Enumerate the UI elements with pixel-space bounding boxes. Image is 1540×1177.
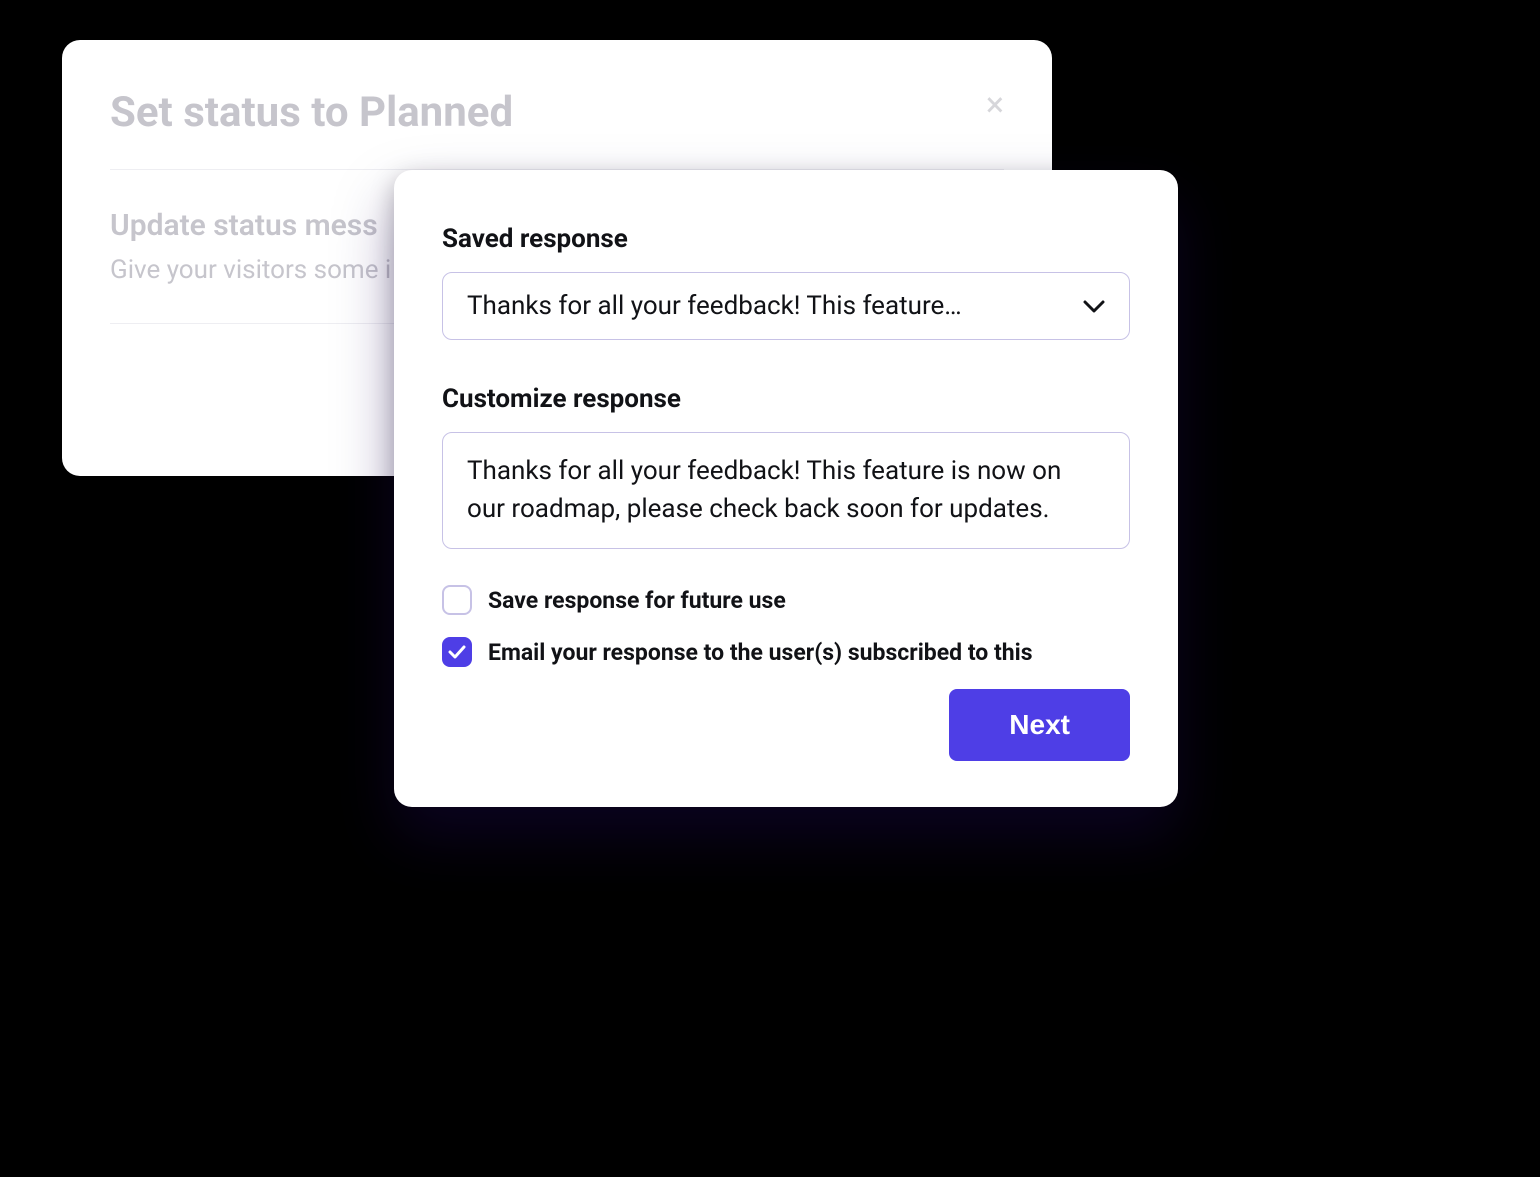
dropdown-selected-value: Thanks for all your feedback! This featu… bbox=[467, 291, 962, 321]
status-response-modal: Saved response Thanks for all your feedb… bbox=[394, 170, 1178, 807]
close-icon[interactable]: × bbox=[986, 88, 1004, 122]
checkbox-checked-icon[interactable] bbox=[442, 637, 472, 667]
chevron-down-icon bbox=[1083, 291, 1105, 321]
textarea-content: Thanks for all your feedback! This featu… bbox=[467, 453, 1105, 528]
email-users-checkbox-row[interactable]: Email your response to the user(s) subsc… bbox=[442, 637, 1130, 667]
saved-response-dropdown[interactable]: Thanks for all your feedback! This featu… bbox=[442, 272, 1130, 340]
checkbox-unchecked-icon[interactable] bbox=[442, 585, 472, 615]
saved-response-label: Saved response bbox=[442, 224, 1130, 254]
next-button[interactable]: Next bbox=[949, 689, 1130, 761]
save-future-checkbox-label: Save response for future use bbox=[488, 587, 786, 614]
email-users-checkbox-label: Email your response to the user(s) subsc… bbox=[488, 639, 1033, 666]
save-future-checkbox-row[interactable]: Save response for future use bbox=[442, 585, 1130, 615]
customize-response-label: Customize response bbox=[442, 384, 1130, 414]
customize-response-textarea[interactable]: Thanks for all your feedback! This featu… bbox=[442, 432, 1130, 549]
button-row: Next bbox=[442, 689, 1130, 761]
back-modal-title: Set status to Planned bbox=[110, 88, 1004, 137]
